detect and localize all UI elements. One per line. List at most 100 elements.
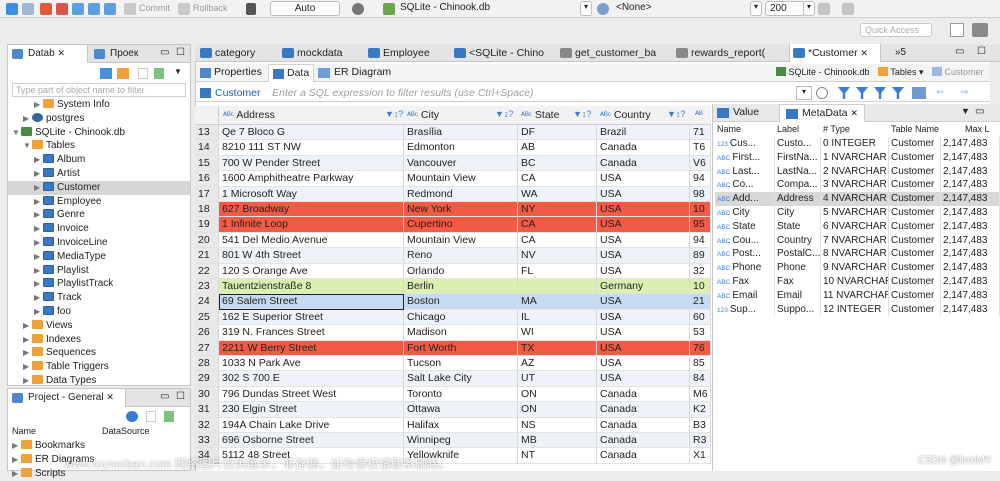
column-header-address[interactable]: ᴬᴮᶜ Address <box>223 109 275 121</box>
table-row[interactable]: 21 801 W 4th Street Reno NV USA 89 <box>195 248 711 264</box>
expand-icon[interactable]: ▶ <box>34 250 43 264</box>
table-row[interactable]: 16 1600 Amphitheatre Parkway Mountain View… <box>195 171 711 187</box>
cell-address[interactable]: 1 Microsoft Way <box>219 186 404 202</box>
cell-state[interactable]: NY <box>518 202 597 218</box>
cell-state[interactable]: TX <box>518 340 597 356</box>
minimize-icon[interactable]: ▭ <box>160 47 169 58</box>
cell-state[interactable]: MB <box>518 433 597 449</box>
meta-cell-label[interactable]: Fax <box>775 275 821 289</box>
link-icon[interactable] <box>164 411 174 422</box>
tree-node[interactable]: ▶ PlaylistTrack <box>8 277 190 291</box>
table-row[interactable]: 20 541 Del Medio Avenue Mountain View CA USA… <box>195 232 711 249</box>
metadata-row[interactable]: ABC Last... LastNa... 2 NVARCHAR Customer 2,1… <box>715 164 1000 179</box>
tab-projects[interactable]: Проек <box>90 45 150 63</box>
close-icon[interactable]: ✕ <box>850 108 858 118</box>
filter-remove-icon[interactable] <box>874 87 886 99</box>
cell-state[interactable]: WI <box>518 325 597 341</box>
object-filter-input[interactable]: Type part of object name to filter <box>12 83 186 97</box>
tree-node[interactable]: ▶ Customer <box>8 180 190 195</box>
cell-country[interactable]: Canada <box>597 433 690 449</box>
cell-postal[interactable]: 85 <box>690 356 711 372</box>
expand-icon[interactable]: ▶ <box>23 319 32 333</box>
metadata-row[interactable]: 123 Cus... Custo... 0 INTEGER Customer 2,147,… <box>715 137 1000 151</box>
meta-cell-type[interactable]: 4 NVARCHAR <box>821 192 889 206</box>
cell-state[interactable] <box>518 279 597 295</box>
cell-country[interactable]: USA <box>597 217 690 233</box>
meta-cell-type[interactable]: 9 NVARCHAR <box>821 261 889 275</box>
view-menu-icon[interactable]: ▼ <box>174 67 182 76</box>
table-row[interactable]: 22 120 S Orange Ave Orlando FL USA 32 <box>195 263 711 279</box>
table-row[interactable]: 13 Qe 7 Bloco G Brasília DF Brazil 71 <box>195 125 711 141</box>
table-row[interactable]: 17 1 Microsoft Way Redmond WA USA 98 <box>195 186 711 202</box>
filter-expression-input[interactable]: Enter a SQL expression to filter results… <box>272 87 787 100</box>
breadcrumb-customer[interactable]: Customer <box>944 67 983 77</box>
tree-node[interactable]: ▶ Track <box>8 291 190 305</box>
meta-cell-maxlen[interactable]: 2,147,483 <box>941 233 1000 248</box>
meta-cell-name[interactable]: ABC Last... <box>715 164 775 179</box>
cell-country[interactable]: Canada <box>597 155 690 172</box>
expand-icon[interactable]: ▶ <box>34 98 43 112</box>
cell-country[interactable]: USA <box>597 356 690 372</box>
table-row[interactable]: 27 2211 W Berry Street Fort Worth TX USA 76 <box>195 340 711 356</box>
meta-cell-maxlen[interactable]: 2,147,483 <box>941 261 1000 275</box>
expand-icon[interactable]: ▶ <box>34 277 43 291</box>
metadata-row[interactable]: ABC Post... PostalC... 8 NVARCHAR Customer 2,… <box>715 247 1000 262</box>
meta-cell-maxlen[interactable]: 2,147,483 <box>941 164 1000 179</box>
minimize-icon[interactable]: ▭ <box>975 106 984 117</box>
meta-cell-name[interactable]: 123 Cus... <box>715 137 775 151</box>
rollback-button[interactable]: Rollback <box>193 3 228 13</box>
commit-mode-dropdown[interactable]: Auto <box>270 1 340 16</box>
meta-cell-name[interactable]: ABC Phone <box>715 261 775 275</box>
sort-filter-icon[interactable]: ▼↕? <box>667 109 685 119</box>
metadata-row[interactable]: ABC Add... Address 4 NVARCHAR Customer 2,147,… <box>715 192 1000 206</box>
invalidate-icon[interactable] <box>40 3 52 15</box>
table-row[interactable]: 29 302 S 700 E Salt Lake City UT USA 84 <box>195 371 711 387</box>
connection-chevron-down-icon[interactable]: ▾ <box>580 1 592 16</box>
cell-postal[interactable]: 10 <box>690 279 711 295</box>
meta-cell-label[interactable]: Custo... <box>775 137 821 151</box>
expand-icon[interactable]: ▶ <box>12 439 21 453</box>
cell-postal[interactable]: R3 <box>690 433 711 449</box>
cell-state[interactable]: DF <box>518 125 597 141</box>
cell-city[interactable]: Mountain View <box>404 232 518 249</box>
tab-category[interactable]: category <box>197 44 277 62</box>
cell-address[interactable]: 120 S Orange Ave <box>219 263 404 279</box>
cell-city[interactable]: Fort Worth <box>404 340 518 356</box>
refresh-filter-icon[interactable] <box>816 87 828 99</box>
tree-node[interactable]: ▶ Views <box>8 319 190 333</box>
active-schema-selector[interactable]: <None> <box>612 1 752 16</box>
cell-postal[interactable]: 21 <box>690 294 711 310</box>
tab-sqlite-chinook[interactable]: <SQLite - Chino <box>451 44 551 62</box>
cell-postal[interactable]: X1 <box>690 448 711 464</box>
meta-cell-maxlen[interactable]: 2,147,483 <box>941 206 1000 220</box>
schema-chevron-down-icon[interactable]: ▾ <box>750 1 762 16</box>
tree-node[interactable]: ▶ InvoiceLine <box>8 236 190 250</box>
cell-country[interactable]: Canada <box>597 417 690 433</box>
metadata-row[interactable]: ABC Cou... Country 7 NVARCHAR Customer 2,147,… <box>715 233 1000 248</box>
cell-address[interactable]: 541 Del Medio Avenue <box>219 232 404 249</box>
cell-address[interactable]: 696 Osborne Street <box>219 433 404 449</box>
cell-city[interactable]: Chicago <box>404 309 518 326</box>
sort-filter-icon[interactable]: ▼↕? <box>495 109 513 119</box>
cell-postal[interactable]: 89 <box>690 248 711 264</box>
cell-postal[interactable]: 53 <box>690 325 711 341</box>
quick-access-input[interactable]: Quick Access <box>860 23 932 37</box>
meta-cell-label[interactable]: Compa... <box>775 178 821 193</box>
tree-node[interactable]: ▶ Indexes <box>8 333 190 347</box>
meta-cell-label[interactable]: FirstNa... <box>775 150 821 165</box>
sort-filter-icon[interactable]: ▼↕? <box>385 109 403 119</box>
expand-icon[interactable]: ▶ <box>23 333 32 347</box>
cell-country[interactable]: USA <box>597 263 690 279</box>
meta-cell-name[interactable]: ABC Fax <box>715 275 775 289</box>
minimize-icon[interactable]: ▭ <box>955 46 964 57</box>
link-editor-icon[interactable] <box>154 68 164 79</box>
tab-rewards-report[interactable]: rewards_report( <box>673 44 783 62</box>
cell-city[interactable]: Madison <box>404 325 518 341</box>
expand-icon[interactable]: ▶ <box>34 208 43 222</box>
meta-cell-maxlen[interactable]: 2,147,483 <box>941 247 1000 262</box>
cell-city[interactable]: Orlando <box>404 263 518 279</box>
meta-cell-table[interactable]: Customer <box>889 219 941 234</box>
cell-address[interactable]: Qe 7 Bloco G <box>219 125 404 141</box>
metadata-row[interactable]: ABC Email Email 11 NVARCHAR Customer 2,147,48… <box>715 288 1000 303</box>
meta-cell-name[interactable]: 123 Sup... <box>715 302 775 317</box>
